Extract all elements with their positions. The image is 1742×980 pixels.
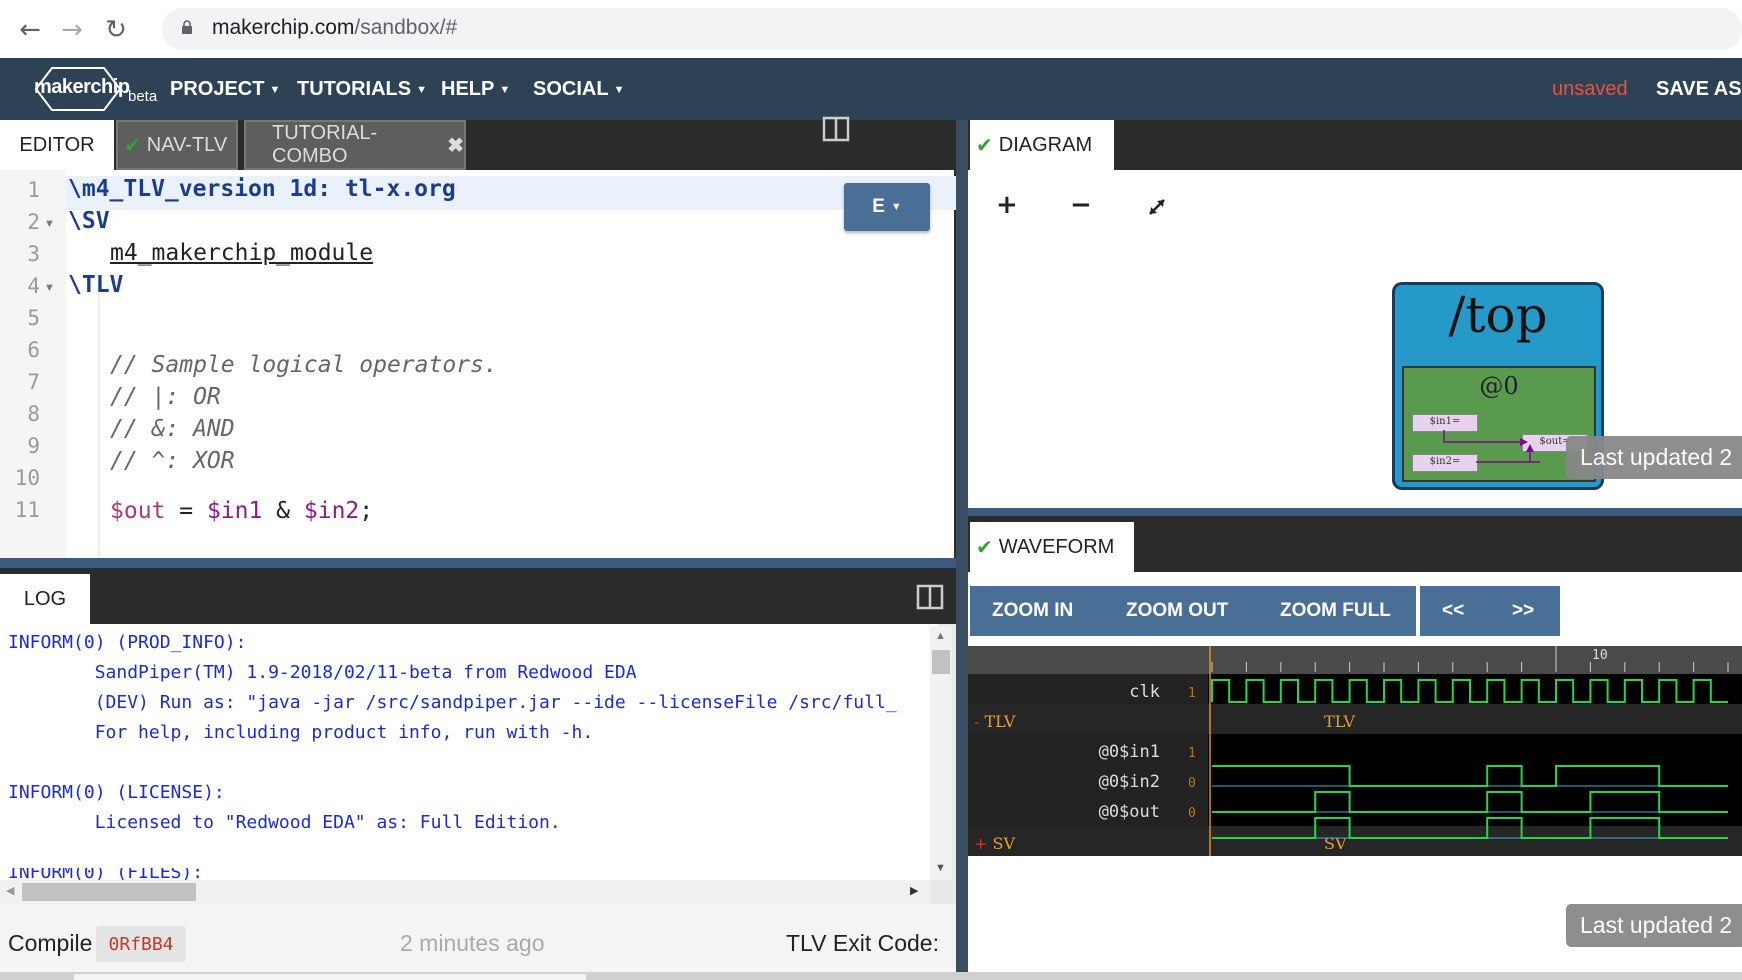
- signal-name-clk[interactable]: clk: [970, 682, 1160, 702]
- code-comment: // &: AND: [110, 416, 235, 442]
- signal-value-in2: 0: [1188, 776, 1196, 791]
- code-line: \m4_TLV_version 1d: tl-x.org: [68, 176, 456, 202]
- editor-options-button[interactable]: E ▼: [844, 183, 930, 231]
- check-icon: ✔: [976, 133, 993, 157]
- menu-project[interactable]: PROJECT ▼: [170, 78, 280, 101]
- signal-name-in2[interactable]: @0$in2: [970, 772, 1160, 792]
- vertical-splitter[interactable]: [956, 120, 968, 980]
- log-line: (DEV) Run as: "java -jar /src/sandpiper.…: [8, 692, 897, 713]
- code-statement: $out = $in1 & $in2;: [110, 498, 374, 524]
- zoom-in-icon[interactable]: +: [996, 190, 1018, 220]
- close-icon[interactable]: ✖: [447, 133, 464, 158]
- zoom-in-button[interactable]: ZOOM IN: [992, 586, 1074, 636]
- signal-wires: [1443, 430, 1540, 463]
- log-hscroll-thumb[interactable]: [22, 883, 196, 901]
- log-line: INFORM(0) (PROD_INFO):: [8, 632, 247, 653]
- compile-label: Compile: [8, 930, 93, 956]
- zoom-full-button[interactable]: ZOOM FULL: [1280, 586, 1391, 636]
- group-toggle-sv[interactable]: + SV: [974, 834, 1015, 853]
- tab-editor[interactable]: EDITOR: [0, 120, 114, 170]
- bottom-scroll-thumb[interactable]: [74, 974, 586, 980]
- menu-help[interactable]: HELP ▼: [441, 78, 510, 101]
- zoom-out-button[interactable]: ZOOM OUT: [1126, 586, 1229, 636]
- scroll-forward-button[interactable]: >>: [1512, 586, 1535, 636]
- signal-trace: [1212, 817, 1728, 839]
- stage-label: @0: [1479, 372, 1519, 400]
- signal-value-clk: 1: [1188, 686, 1196, 701]
- tab-tutorial-combo[interactable]: TUTORIAL-COMBO ✖: [244, 120, 466, 170]
- logo-text: makerchip: [34, 76, 130, 98]
- line-number: 6: [27, 338, 40, 362]
- log-line-clipped: INFORM(0) (FILES):: [8, 868, 204, 880]
- nav-button-group: [1420, 586, 1560, 636]
- log-scroll-thumb[interactable]: [932, 650, 950, 674]
- code-line: m4_makerchip_module: [110, 240, 374, 266]
- unsaved-status: unsaved: [1552, 78, 1628, 100]
- code-comment: // |: OR: [110, 384, 221, 410]
- scroll-down-icon[interactable]: ▼: [935, 862, 946, 874]
- signal-name-in1[interactable]: @0$in1: [970, 742, 1160, 762]
- scroll-right-icon[interactable]: ▶: [910, 884, 918, 897]
- fold-arrow-icon[interactable]: ▼: [44, 282, 55, 294]
- indent-guide: [98, 292, 100, 558]
- signal-trace: [1212, 791, 1728, 813]
- line-number: 4: [27, 274, 40, 298]
- line-number: 10: [14, 466, 40, 490]
- code-comment: // Sample logical operators.: [110, 352, 498, 378]
- menu-social[interactable]: SOCIAL ▼: [533, 78, 624, 101]
- line-number: 7: [27, 370, 40, 394]
- signal-trace: [1212, 765, 1728, 787]
- fold-arrow-icon[interactable]: ▼: [44, 218, 55, 230]
- tab-waveform[interactable]: ✔ WAVEFORM: [970, 522, 1134, 572]
- line-number: 3: [27, 242, 40, 266]
- signal-name-out[interactable]: @0$out: [970, 802, 1160, 822]
- tab-nav-tlv[interactable]: ✔ NAV-TLV: [116, 120, 238, 170]
- code-comment: // ^: XOR: [110, 448, 235, 474]
- line-number: 11: [14, 498, 40, 522]
- log-line: INFORM(0) (LICENSE):: [8, 782, 225, 803]
- line-number: 9: [27, 434, 40, 458]
- tab-diagram[interactable]: ✔ DIAGRAM: [970, 120, 1114, 170]
- url-text: makerchip.com/sandbox/#: [212, 16, 458, 39]
- right-horizontal-splitter[interactable]: [968, 508, 1742, 516]
- log-tab-bar: [0, 568, 956, 624]
- check-icon: ✔: [124, 133, 141, 157]
- line-number: 8: [27, 402, 40, 426]
- diagram-last-updated: Last updated 2: [1566, 436, 1742, 479]
- expand-icon[interactable]: [1146, 196, 1168, 218]
- save-as-button[interactable]: SAVE AS: [1656, 78, 1742, 101]
- signal-value-out: 0: [1188, 806, 1196, 821]
- scroll-up-icon[interactable]: ▲: [935, 630, 946, 642]
- beta-label: beta: [128, 88, 158, 105]
- exit-code-label: TLV Exit Code:: [786, 930, 939, 956]
- compile-id-badge[interactable]: 0RfBB4: [96, 926, 186, 962]
- split-pane-icon[interactable]: [822, 116, 850, 142]
- log-line: Licensed to "Redwood EDA" as: Full Editi…: [8, 812, 561, 833]
- line-number: 2: [27, 210, 40, 234]
- scroll-left-icon[interactable]: ◀: [6, 884, 14, 897]
- horizontal-splitter[interactable]: [0, 558, 956, 568]
- waveform-last-updated: Last updated 2: [1566, 904, 1742, 947]
- zoom-out-icon[interactable]: −: [1070, 190, 1092, 220]
- split-pane-icon[interactable]: [916, 584, 944, 610]
- reload-icon[interactable]: ↻: [100, 14, 132, 46]
- line-number: 1: [27, 178, 40, 202]
- line-number: 5: [27, 306, 40, 330]
- menu-tutorials[interactable]: TUTORIALS ▼: [297, 78, 427, 101]
- check-icon: ✔: [976, 535, 993, 559]
- signal-value-in1: 1: [1188, 746, 1196, 761]
- log-line: SandPiper(TM) 1.9-2018/02/11-beta from R…: [8, 662, 637, 683]
- tab-log[interactable]: LOG: [0, 574, 90, 624]
- forward-arrow-icon[interactable]: →: [56, 14, 88, 46]
- back-arrow-icon[interactable]: ←: [14, 14, 46, 46]
- lock-icon: [182, 20, 192, 34]
- code-line: \TLV: [68, 272, 124, 298]
- scroll-back-button[interactable]: <<: [1442, 586, 1465, 636]
- compile-time: 2 minutes ago: [400, 930, 545, 956]
- log-line: For help, including product info, run wi…: [8, 722, 594, 743]
- group-toggle-tlv[interactable]: - TLV: [974, 712, 1015, 731]
- top-module-label: /top: [1448, 286, 1548, 344]
- waveform-traces: [1209, 646, 1729, 856]
- code-line: \SV: [68, 208, 110, 234]
